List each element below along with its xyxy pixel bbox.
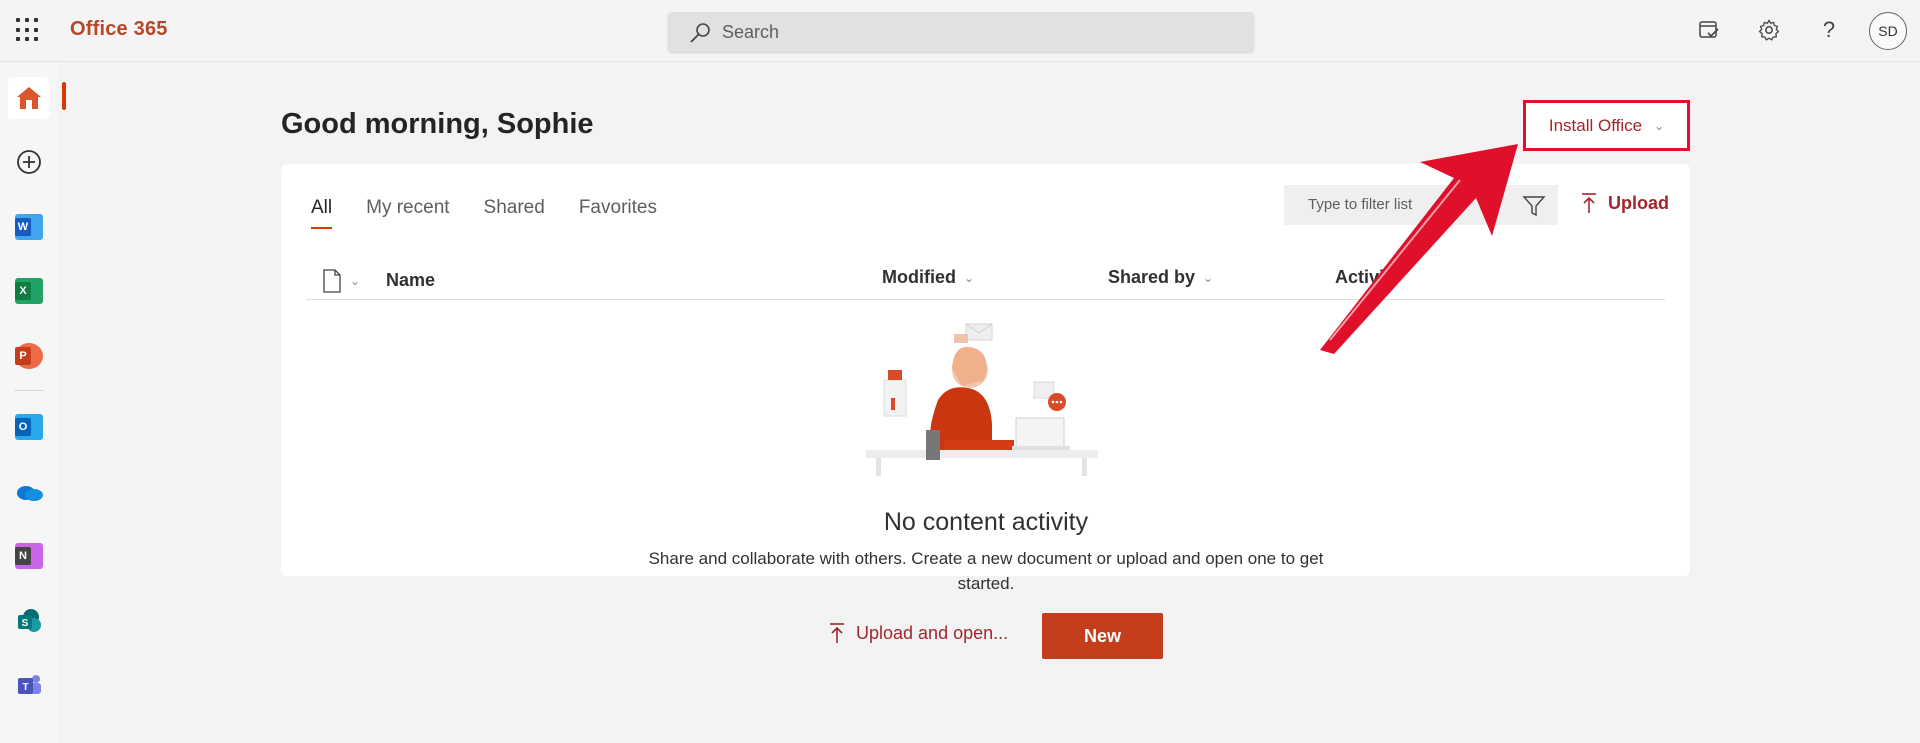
tab-favorites[interactable]: Favorites [579, 197, 657, 219]
chevron-down-icon: ⌄ [1203, 270, 1214, 285]
create-icon[interactable] [8, 141, 50, 183]
column-modified[interactable]: Modified ⌄ [882, 267, 974, 288]
tab-all[interactable]: All [311, 197, 333, 229]
install-office-button[interactable]: Install Office ⌄ [1523, 100, 1690, 151]
column-shared-by-label: Shared by [1108, 267, 1196, 287]
file-tabs: All My recent Shared Favorites [311, 197, 657, 229]
sharepoint-icon[interactable]: S [8, 600, 50, 642]
svg-text:T: T [22, 682, 28, 693]
chevron-down-icon: ⌄ [964, 270, 975, 285]
column-shared-by[interactable]: Shared by ⌄ [1108, 267, 1213, 288]
my-day-icon[interactable] [1695, 16, 1723, 44]
upload-label: Upload [1608, 192, 1669, 213]
page-title: Good morning, Sophie [281, 108, 594, 140]
upload-icon [830, 623, 844, 643]
empty-state-description: Share and collaborate with others. Creat… [648, 549, 1324, 593]
column-name[interactable]: Name [386, 270, 435, 291]
document-icon [323, 269, 341, 293]
tab-my-recent[interactable]: My recent [366, 197, 449, 219]
chevron-down-icon: ⌄ [1654, 118, 1665, 133]
help-icon[interactable]: ? [1815, 16, 1843, 44]
home-icon[interactable] [8, 77, 50, 119]
teams-icon[interactable]: T [8, 664, 50, 706]
rail-active-indicator [62, 82, 66, 110]
outlook-icon[interactable]: O [8, 406, 50, 448]
onedrive-icon[interactable] [8, 471, 50, 513]
app-launcher-icon[interactable] [16, 18, 40, 42]
svg-text:S: S [22, 618, 29, 629]
file-type-column[interactable]: ⌄ [322, 269, 360, 293]
powerpoint-icon[interactable]: P [8, 335, 50, 377]
annotation-arrow [1320, 144, 1518, 354]
upload-button[interactable]: Upload [1580, 192, 1669, 214]
column-modified-label: Modified [882, 267, 956, 287]
rail-divider [14, 390, 44, 391]
search-placeholder: Search [722, 22, 780, 42]
gear-icon[interactable] [1755, 16, 1783, 44]
top-bar: Office 365 Search ? SD [0, 0, 1920, 62]
upload-and-open-button[interactable]: Upload and open... [828, 622, 1008, 644]
avatar[interactable]: SD [1869, 12, 1907, 50]
excel-icon[interactable]: X [8, 270, 50, 312]
upload-icon [1582, 193, 1596, 213]
install-office-label: Install Office [1548, 115, 1643, 135]
word-icon[interactable]: W [8, 206, 50, 248]
brand-title[interactable]: Office 365 [70, 18, 168, 41]
empty-state-illustration [866, 323, 1098, 476]
upload-and-open-label: Upload and open... [856, 622, 1009, 643]
chevron-down-icon: ⌄ [350, 274, 361, 288]
search-icon [690, 23, 710, 43]
new-button[interactable]: New [1042, 613, 1163, 659]
onenote-icon[interactable]: N [8, 535, 50, 577]
tab-shared[interactable]: Shared [484, 197, 545, 219]
search-input[interactable]: Search [668, 12, 1254, 52]
empty-state-title: No content activity [883, 508, 1089, 536]
